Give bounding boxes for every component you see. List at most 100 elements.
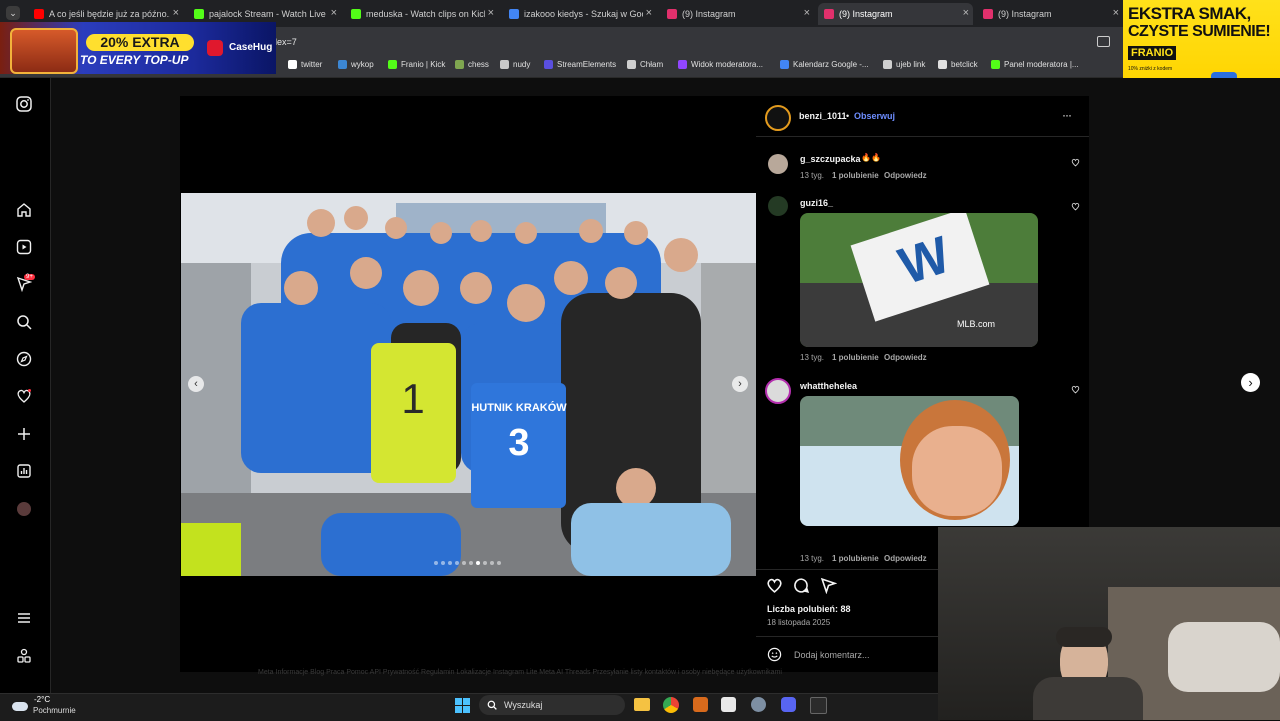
bookmark-item[interactable]: Kalendarz Google -...	[780, 60, 869, 69]
like-heart-icon[interactable]	[766, 577, 783, 594]
add-comment-input[interactable]: Dodaj komentarz...	[794, 650, 870, 660]
carousel-dots	[434, 561, 506, 566]
comment-username[interactable]: guzi16_	[800, 198, 833, 208]
bookmark-item[interactable]: twitter	[288, 60, 322, 69]
file-explorer-icon[interactable]	[634, 698, 650, 711]
comment-like-heart-icon[interactable]	[1071, 202, 1080, 211]
bookmark-label: StreamElements	[557, 60, 617, 69]
browser-tab[interactable]: (9) Instagram ×	[977, 3, 1123, 25]
discord-icon[interactable]	[781, 697, 796, 712]
comment-like-heart-icon[interactable]	[1071, 158, 1080, 167]
bookmark-item[interactable]: ujeb link	[883, 60, 925, 69]
comment-gif-image[interactable]: W MLB.com	[800, 213, 1038, 347]
more-options-icon[interactable]: ···	[1062, 108, 1072, 122]
reels-icon[interactable]	[16, 239, 32, 255]
bookmark-item[interactable]: nudy	[500, 60, 530, 69]
comment-reply[interactable]: Odpowiedz	[884, 353, 927, 362]
comment-like-heart-icon[interactable]	[1071, 385, 1080, 394]
cast-icon[interactable]	[1097, 36, 1110, 47]
notifications-heart-icon[interactable]	[16, 388, 32, 404]
comment-avatar[interactable]	[768, 196, 788, 216]
bookmark-item[interactable]: wykop	[338, 60, 374, 69]
home-icon[interactable]	[16, 202, 32, 218]
tab-close-icon[interactable]: ×	[331, 7, 337, 19]
tab-search-icon[interactable]: ⌄	[6, 6, 20, 20]
weather-temp[interactable]: -2°C	[34, 695, 50, 704]
author-avatar[interactable]	[765, 105, 791, 131]
comment-reply[interactable]: Odpowiedz	[884, 554, 927, 563]
tab-close-icon[interactable]: ×	[804, 7, 810, 19]
browser-tab[interactable]: (9) Instagram ×	[661, 3, 814, 25]
tab-close-icon[interactable]: ×	[963, 7, 969, 19]
bookmark-label: twitter	[301, 60, 323, 69]
bookmark-item[interactable]: Chłam	[627, 60, 663, 69]
chrome-icon[interactable]	[663, 697, 679, 713]
comment-likes[interactable]: 1 polubienie	[832, 353, 879, 362]
comment-username[interactable]: whatthehelea	[800, 381, 857, 391]
follow-button[interactable]: Obserwuj	[854, 111, 895, 121]
comment-avatar[interactable]	[765, 378, 791, 404]
emoji-icon[interactable]	[767, 647, 782, 662]
app-icon[interactable]	[721, 697, 736, 712]
tab-close-icon[interactable]: ×	[488, 7, 494, 19]
next-photo-arrow-icon[interactable]: ›	[732, 376, 748, 392]
comment-age: 13 tyg.	[800, 171, 825, 180]
bookmark-label: Chłam	[640, 60, 664, 69]
bookmark-item[interactable]: StreamElements	[544, 60, 616, 69]
bookmark-favicon-icon	[627, 60, 636, 69]
author-username[interactable]: benzi_1011	[799, 111, 847, 121]
tab-close-icon[interactable]: ×	[646, 7, 652, 19]
tab-close-icon[interactable]: ×	[1113, 7, 1119, 19]
url-field[interactable]: dex=7	[272, 33, 1092, 51]
comment-username[interactable]: g_szczupacka	[800, 154, 861, 164]
instagram-footer-links[interactable]: Meta Informacje Blog Praca Pomoc API Pry…	[258, 669, 938, 679]
instagram-logo-icon[interactable]	[16, 96, 32, 112]
tab-title: meduska - Watch clips on Kick	[366, 9, 485, 19]
share-icon[interactable]	[820, 577, 837, 594]
settings-gear-icon[interactable]	[751, 697, 766, 712]
comment-reply[interactable]: Odpowiedz	[884, 171, 927, 180]
create-icon[interactable]	[16, 426, 32, 442]
bookmark-label: ujeb link	[896, 60, 926, 69]
bookmark-item[interactable]: Panel moderatora |...	[991, 60, 1079, 69]
profile-avatar[interactable]	[17, 502, 31, 516]
casehug-ad-banner[interactable]: 20% EXTRA TO EVERY TOP-UP CaseHug	[0, 22, 276, 74]
browser-tab[interactable]: izakooo kiedys - Szukaj w Goog ×	[503, 3, 656, 25]
dashboard-icon[interactable]	[16, 463, 32, 479]
menu-icon[interactable]	[16, 610, 32, 626]
kick-icon	[194, 9, 204, 19]
app-icon[interactable]	[693, 697, 708, 712]
casehug-logo-icon	[207, 40, 223, 56]
comment-likes[interactable]: 1 polubienie	[832, 171, 879, 180]
browser-tab[interactable]: meduska - Watch clips on Kick ×	[345, 3, 498, 25]
post-photo[interactable]: 1 HUTNIK KRAKÓW 3 ‹ ›	[181, 193, 756, 576]
likes-count[interactable]: Liczba polubień: 88	[767, 604, 851, 614]
bookmark-item[interactable]: Widok moderatora...	[678, 60, 763, 69]
comment-gif-image[interactable]	[800, 396, 1019, 526]
bookmark-item[interactable]: chess	[455, 60, 489, 69]
tab-close-icon[interactable]: ×	[173, 7, 179, 19]
windows-start-icon[interactable]	[455, 698, 470, 713]
weather-cloud-icon[interactable]	[12, 702, 28, 711]
search-icon[interactable]	[16, 314, 32, 330]
bookmark-favicon-icon	[338, 60, 347, 69]
taskbar-search-box[interactable]: Wyszukaj	[479, 695, 625, 715]
bookmark-item[interactable]: Franio | Kick	[388, 60, 445, 69]
browser-tab[interactable]: (9) Instagram ×	[818, 3, 973, 25]
next-post-arrow-icon[interactable]: ›	[1241, 373, 1260, 392]
prev-photo-arrow-icon[interactable]: ‹	[188, 376, 204, 392]
instagram-icon	[667, 9, 677, 19]
terminal-icon[interactable]	[810, 697, 827, 714]
bookmark-item[interactable]: betclick	[938, 60, 978, 69]
explore-icon[interactable]	[16, 351, 32, 367]
ad-offer-pill: 20% EXTRA	[86, 34, 194, 51]
bookmark-favicon-icon	[991, 60, 1000, 69]
bookmark-favicon-icon	[678, 60, 687, 69]
comment-avatar[interactable]	[768, 154, 788, 174]
comment-bubble-icon[interactable]	[793, 577, 810, 594]
comment-text: 🔥🔥	[861, 153, 881, 162]
bookmark-label: chess	[468, 60, 489, 69]
also-from-meta-icon[interactable]	[16, 648, 32, 664]
panel-divider	[756, 136, 1089, 137]
comment-likes[interactable]: 1 polubienie	[832, 554, 879, 563]
